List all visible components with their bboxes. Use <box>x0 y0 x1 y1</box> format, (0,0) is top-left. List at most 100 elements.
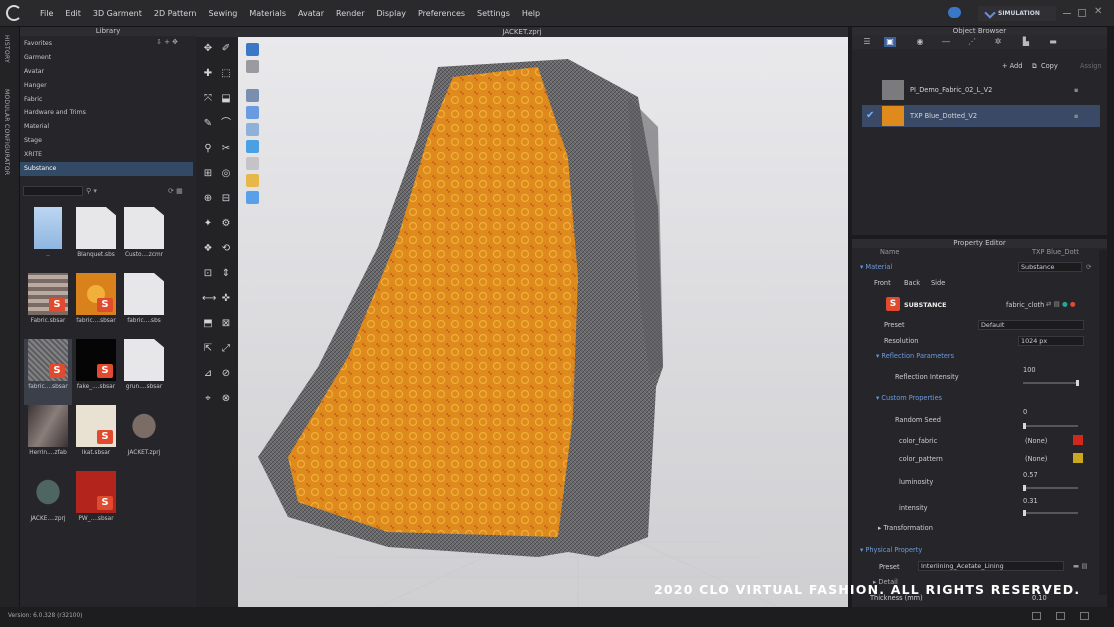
library-item[interactable]: fabric....sbs <box>120 273 168 339</box>
library-item[interactable]: JACKE....zprj <box>24 471 72 537</box>
tool-icon[interactable]: ⚲ <box>202 143 214 155</box>
trim-tab-icon[interactable]: ▙ <box>1020 37 1032 47</box>
slider-knob[interactable] <box>1076 380 1079 386</box>
library-tree-item-fabric[interactable]: Fabric <box>20 93 193 107</box>
menu-item-display[interactable]: Display <box>370 0 412 27</box>
custom-properties-section[interactable]: ▾ Custom Properties <box>876 394 942 402</box>
resolution-select[interactable]: 1024 px <box>1018 336 1084 346</box>
library-item[interactable]: .. <box>24 207 72 273</box>
menu-item-settings[interactable]: Settings <box>471 0 516 27</box>
library-item[interactable]: Sfake_....sbsar <box>72 339 120 405</box>
delete-icon[interactable]: ▪ <box>1074 105 1078 127</box>
tool-icon[interactable]: ✥ <box>202 43 214 55</box>
tool-icon[interactable]: ✎ <box>202 118 214 130</box>
transformation-section[interactable]: ▸ Transformation <box>878 524 933 532</box>
menu-item-sewing[interactable]: Sewing <box>202 0 243 27</box>
close-icon[interactable]: ✕ <box>1094 6 1102 17</box>
tab-back[interactable]: Back <box>904 279 920 287</box>
fabric-save-icon[interactable]: ▬ ▤ <box>1073 562 1088 570</box>
material-select[interactable]: Substance <box>1018 262 1082 272</box>
library-item[interactable]: grun....sbsar <box>120 339 168 405</box>
library-item[interactable]: S Ikat.sbsar <box>72 405 120 471</box>
viewport-display-icon[interactable] <box>246 191 259 204</box>
library-tree-item-material[interactable]: Material <box>20 120 193 134</box>
tool-icon[interactable]: ⊘ <box>220 368 232 380</box>
tab-front[interactable]: Front <box>874 279 891 287</box>
library-item[interactable]: S PW_....sbsar <box>72 471 120 537</box>
copy-button[interactable]: Copy <box>1041 62 1058 70</box>
menu-item-avatar[interactable]: Avatar <box>292 0 330 27</box>
minimize-icon[interactable] <box>1063 9 1071 14</box>
tool-icon[interactable]: ⌖ <box>202 393 214 405</box>
menu-item-help[interactable]: Help <box>516 0 546 27</box>
tool-icon[interactable]: ⬒ <box>202 318 214 330</box>
random-seed-value[interactable]: 0 <box>1023 408 1027 416</box>
search-icon[interactable]: ⚲ ▾ <box>86 187 97 195</box>
tool-icon[interactable]: ⤧ <box>202 93 214 105</box>
library-tree-item-stage[interactable]: Stage <box>20 134 193 148</box>
fabric-row-selected[interactable]: ✔ TXP Blue_Dotted_V2 ▪ <box>862 105 1100 127</box>
topstitch-tab-icon[interactable]: ― <box>940 37 952 47</box>
library-tree-item-avatar[interactable]: Avatar <box>20 65 193 79</box>
luminosity-value[interactable]: 0.57 <box>1023 471 1038 479</box>
reflection-intensity-slider[interactable] <box>1023 380 1079 386</box>
menu-item-edit[interactable]: Edit <box>59 0 87 27</box>
tool-icon[interactable]: ⬓ <box>220 93 232 105</box>
slider-knob[interactable] <box>1023 423 1026 429</box>
texture-tab-icon[interactable]: ▬ <box>1047 37 1059 47</box>
assign-button[interactable]: Assign <box>1080 62 1102 70</box>
library-item[interactable]: Blanquet.sbs <box>72 207 120 273</box>
intensity-value[interactable]: 0.31 <box>1023 497 1038 505</box>
library-item[interactable]: Sfabric....sbsar <box>72 273 120 339</box>
tool-icon[interactable]: ✦ <box>202 218 214 230</box>
maximize-icon[interactable] <box>1078 9 1086 17</box>
tool-icon[interactable]: ⊿ <box>202 368 214 380</box>
tool-icon[interactable]: ⚙ <box>220 218 232 230</box>
tool-icon[interactable]: ◎ <box>220 168 232 180</box>
tool-icon[interactable]: ⊟ <box>220 193 232 205</box>
3d-viewport[interactable] <box>238 37 848 608</box>
library-item[interactable]: Herrin....zfab <box>24 405 72 471</box>
viewport-display-icon[interactable] <box>246 106 259 119</box>
refresh-icon[interactable]: ⟳ <box>1086 263 1092 271</box>
cloud-icon[interactable] <box>948 7 961 18</box>
layout-icon[interactable] <box>1056 612 1065 620</box>
library-tree-item-xrite[interactable]: XRITE <box>20 148 193 162</box>
viewport-display-icon[interactable] <box>246 157 259 170</box>
tool-icon[interactable]: ⊗ <box>220 393 232 405</box>
library-item[interactable]: Custo....zcmr <box>120 207 168 273</box>
library-tree-item-substance[interactable]: Substance <box>20 162 193 176</box>
library-tree-item-garment[interactable]: Garment <box>20 51 193 65</box>
tool-icon[interactable]: ✐ <box>220 43 232 55</box>
tool-icon[interactable]: ⇕ <box>220 268 232 280</box>
delete-icon[interactable]: ▪ <box>1074 79 1078 101</box>
reflection-section[interactable]: ▾ Reflection Parameters <box>876 352 954 360</box>
library-item[interactable]: JACKET.zprj <box>120 405 168 471</box>
tool-icon[interactable]: ⊡ <box>202 268 214 280</box>
tool-icon[interactable]: ⟷ <box>202 293 216 305</box>
library-item[interactable]: Sfabric....sbsar <box>24 339 72 405</box>
button-tab-icon[interactable]: ◉ <box>914 37 926 47</box>
library-tree-item-hardware-and-trims[interactable]: Hardware and Trims <box>20 106 193 120</box>
tab-modular-configurator[interactable]: MODULAR CONFIGURATOR <box>3 89 10 175</box>
property-editor-scrollbar[interactable] <box>1099 250 1107 595</box>
physical-preset-select[interactable]: Interlining_Acetate_Lining <box>918 561 1064 571</box>
menu-item-preferences[interactable]: Preferences <box>412 0 471 27</box>
tool-icon[interactable]: ⟲ <box>220 243 232 255</box>
tab-history[interactable]: HISTORY <box>3 35 10 63</box>
slider-knob[interactable] <box>1023 510 1026 516</box>
tool-icon[interactable]: ⊕ <box>202 193 214 205</box>
viewport-display-icon[interactable] <box>246 89 259 102</box>
layout-icon[interactable] <box>1080 612 1089 620</box>
tool-icon[interactable]: ⊠ <box>220 318 232 330</box>
physical-property-section[interactable]: ▾ Physical Property <box>860 546 922 554</box>
random-seed-slider[interactable] <box>1023 423 1078 429</box>
tool-icon[interactable]: ⇱ <box>202 343 214 355</box>
add-button[interactable]: + Add <box>1002 62 1022 70</box>
library-tree-item-hanger[interactable]: Hanger <box>20 79 193 93</box>
viewport-display-icon[interactable] <box>246 60 259 73</box>
menu-item-render[interactable]: Render <box>330 0 370 27</box>
fabric-row[interactable]: PI_Demo_Fabric_02_L_V2 ▪ <box>862 79 1100 101</box>
zipper-tab-icon[interactable]: ✲ <box>992 37 1004 47</box>
slider-knob[interactable] <box>1023 485 1026 491</box>
